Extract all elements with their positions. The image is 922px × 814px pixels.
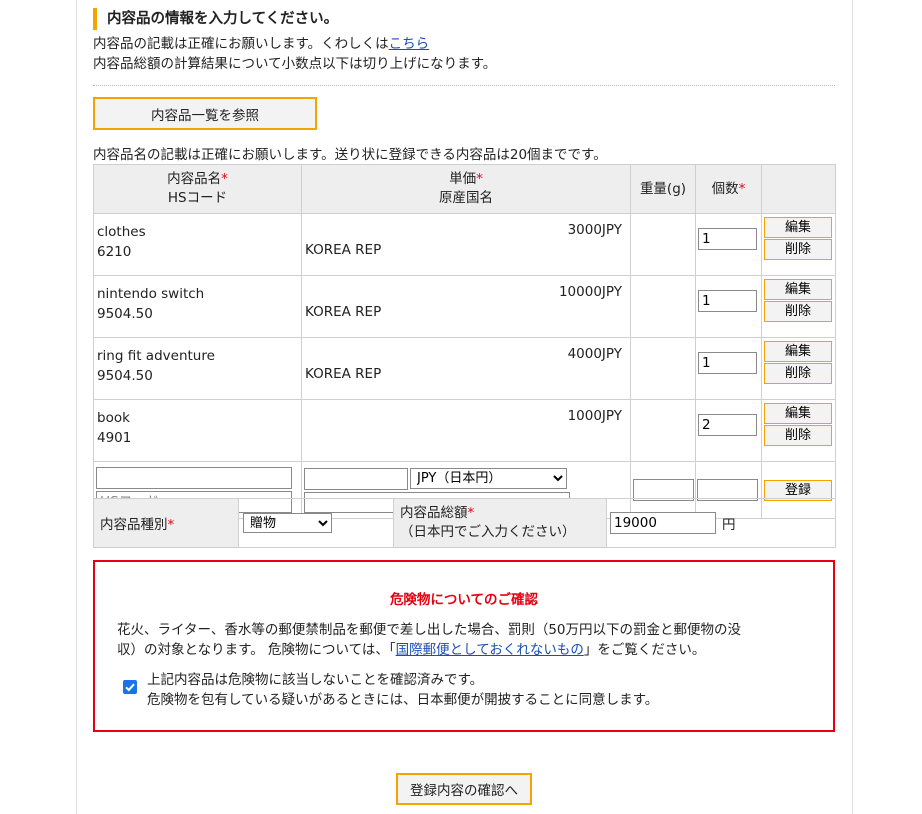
dangerous-goods-box: 危険物についてのご確認 花火、ライター、香水等の郵便禁制品を郵便で差し出した場合… xyxy=(93,560,835,732)
kind-select[interactable]: 贈物 xyxy=(243,513,332,533)
checkbox-label: 上記内容品は危険物に該当しないことを確認済みです。 危険物を包有している疑いがあ… xyxy=(147,672,659,708)
item-price-cell: 10000JPY KOREA REP xyxy=(301,275,631,338)
danger-body: 花火、ライター、香水等の郵便禁制品を郵便で差し出した場合、罰則（50万円以下の罰… xyxy=(117,622,742,658)
item-weight-cell xyxy=(630,213,696,276)
qty-input[interactable] xyxy=(698,414,757,436)
divider xyxy=(93,85,835,86)
item-name-cell: ring fit adventure 9504.50 xyxy=(93,337,302,400)
item-weight-cell xyxy=(630,275,696,338)
confirm-registration-button[interactable]: 登録内容の確認へ xyxy=(396,773,532,805)
item-name-cell: nintendo switch 9504.50 xyxy=(93,275,302,338)
details-link[interactable]: こちら xyxy=(389,36,430,52)
item-qty-cell xyxy=(695,275,762,338)
prohibited-items-link[interactable]: 国際郵便としておくれないもの xyxy=(396,642,584,658)
total-label-cell: 内容品総額* （日本円でご入力ください） xyxy=(393,498,607,548)
item-name-cell: book 4901 xyxy=(93,399,302,462)
item-price-cell: 3000JPY KOREA REP xyxy=(301,213,631,276)
required-mark: * xyxy=(476,171,483,187)
intro-text: 内容品の記載は正確にお願いします。くわしくはこちら 内容品総額の計算結果について… xyxy=(93,34,496,74)
kind-select-cell: 贈物 xyxy=(238,498,394,548)
item-qty-cell xyxy=(695,399,762,462)
item-qty-cell xyxy=(695,337,762,400)
frame-right-border xyxy=(852,0,853,814)
currency-select[interactable]: JPY（日本円） xyxy=(410,467,567,489)
item-qty-cell xyxy=(695,213,762,276)
yen-unit: 円 xyxy=(722,517,736,533)
required-mark: * xyxy=(167,517,175,533)
intro-line2: 内容品総額の計算結果について小数点以下は切り上げになります。 xyxy=(93,56,497,72)
qty-input[interactable] xyxy=(698,352,757,374)
kind-table: 内容品種別* 贈物 内容品総額*（日本円でご入力ください） 円 xyxy=(93,498,836,548)
item-weight-cell xyxy=(630,399,696,462)
danger-title: 危険物についてのご確認 xyxy=(389,592,539,608)
items-header-row: 内容品名* HSコード 単価* 原産国名 重量(g) 個数* xyxy=(93,164,836,214)
item-actions-cell: 編集 削除 xyxy=(761,275,836,338)
header-price: 単価* 原産国名 xyxy=(301,164,631,214)
items-note: 内容品名の記載は正確にお願いします。送り状に登録できる内容品は20個までです。 xyxy=(93,147,607,163)
frame-left-border xyxy=(76,0,77,814)
section-title: 内容品の情報を入力してください。 xyxy=(93,8,338,30)
header-qty: 個数* xyxy=(695,164,762,214)
required-mark: * xyxy=(738,180,746,197)
delete-button[interactable]: 削除 xyxy=(764,239,832,260)
item-name-cell: clothes 6210 xyxy=(93,213,302,276)
qty-input[interactable] xyxy=(698,290,757,312)
kind-label-cell: 内容品種別* xyxy=(93,498,239,548)
qty-input[interactable] xyxy=(698,228,757,250)
edit-button[interactable]: 編集 xyxy=(764,279,832,300)
edit-button[interactable]: 編集 xyxy=(764,341,832,362)
header-weight: 重量(g) xyxy=(630,164,696,214)
new-item-name-input[interactable] xyxy=(96,467,292,489)
checkmark-icon xyxy=(125,683,135,692)
kind-row: 内容品種別* 贈物 内容品総額*（日本円でご入力ください） 円 xyxy=(93,498,836,548)
item-price-cell: 1000JPY xyxy=(301,399,631,462)
edit-button[interactable]: 編集 xyxy=(764,403,832,424)
item-actions-cell: 編集 削除 xyxy=(761,213,836,276)
header-name: 内容品名* HSコード xyxy=(93,164,302,214)
item-price-cell: 4000JPY KOREA REP xyxy=(301,337,631,400)
intro-line1: 内容品の記載は正確にお願いします。くわしくは xyxy=(93,36,389,52)
item-actions-cell: 編集 削除 xyxy=(761,399,836,462)
items-table: 内容品名* HSコード 単価* 原産国名 重量(g) 個数* clothes 62… xyxy=(93,164,836,519)
new-price-input[interactable] xyxy=(304,467,408,490)
delete-button[interactable]: 削除 xyxy=(764,425,832,446)
delete-button[interactable]: 削除 xyxy=(764,301,832,322)
required-mark: * xyxy=(221,171,228,187)
confirm-checkbox[interactable] xyxy=(123,680,137,694)
table-row: ring fit adventure 9504.50 4000JPY KOREA R… xyxy=(93,337,836,400)
browse-items-button[interactable]: 内容品一覧を参照 xyxy=(93,97,317,130)
edit-button[interactable]: 編集 xyxy=(764,217,832,238)
item-weight-cell xyxy=(630,337,696,400)
total-amount-input[interactable] xyxy=(610,512,716,534)
item-actions-cell: 編集 削除 xyxy=(761,337,836,400)
table-row: clothes6210 3000JPYKOREA REP 編集削除 xyxy=(93,213,836,276)
required-mark: * xyxy=(467,505,475,521)
table-row: book4901 1000JPY 編集削除 xyxy=(93,399,836,462)
table-row: nintendo switch 9504.50 10000JPY KOREA REP… xyxy=(93,275,836,338)
header-actions xyxy=(761,164,836,214)
total-input-cell: 円 xyxy=(606,498,836,548)
delete-button[interactable]: 削除 xyxy=(764,363,832,384)
